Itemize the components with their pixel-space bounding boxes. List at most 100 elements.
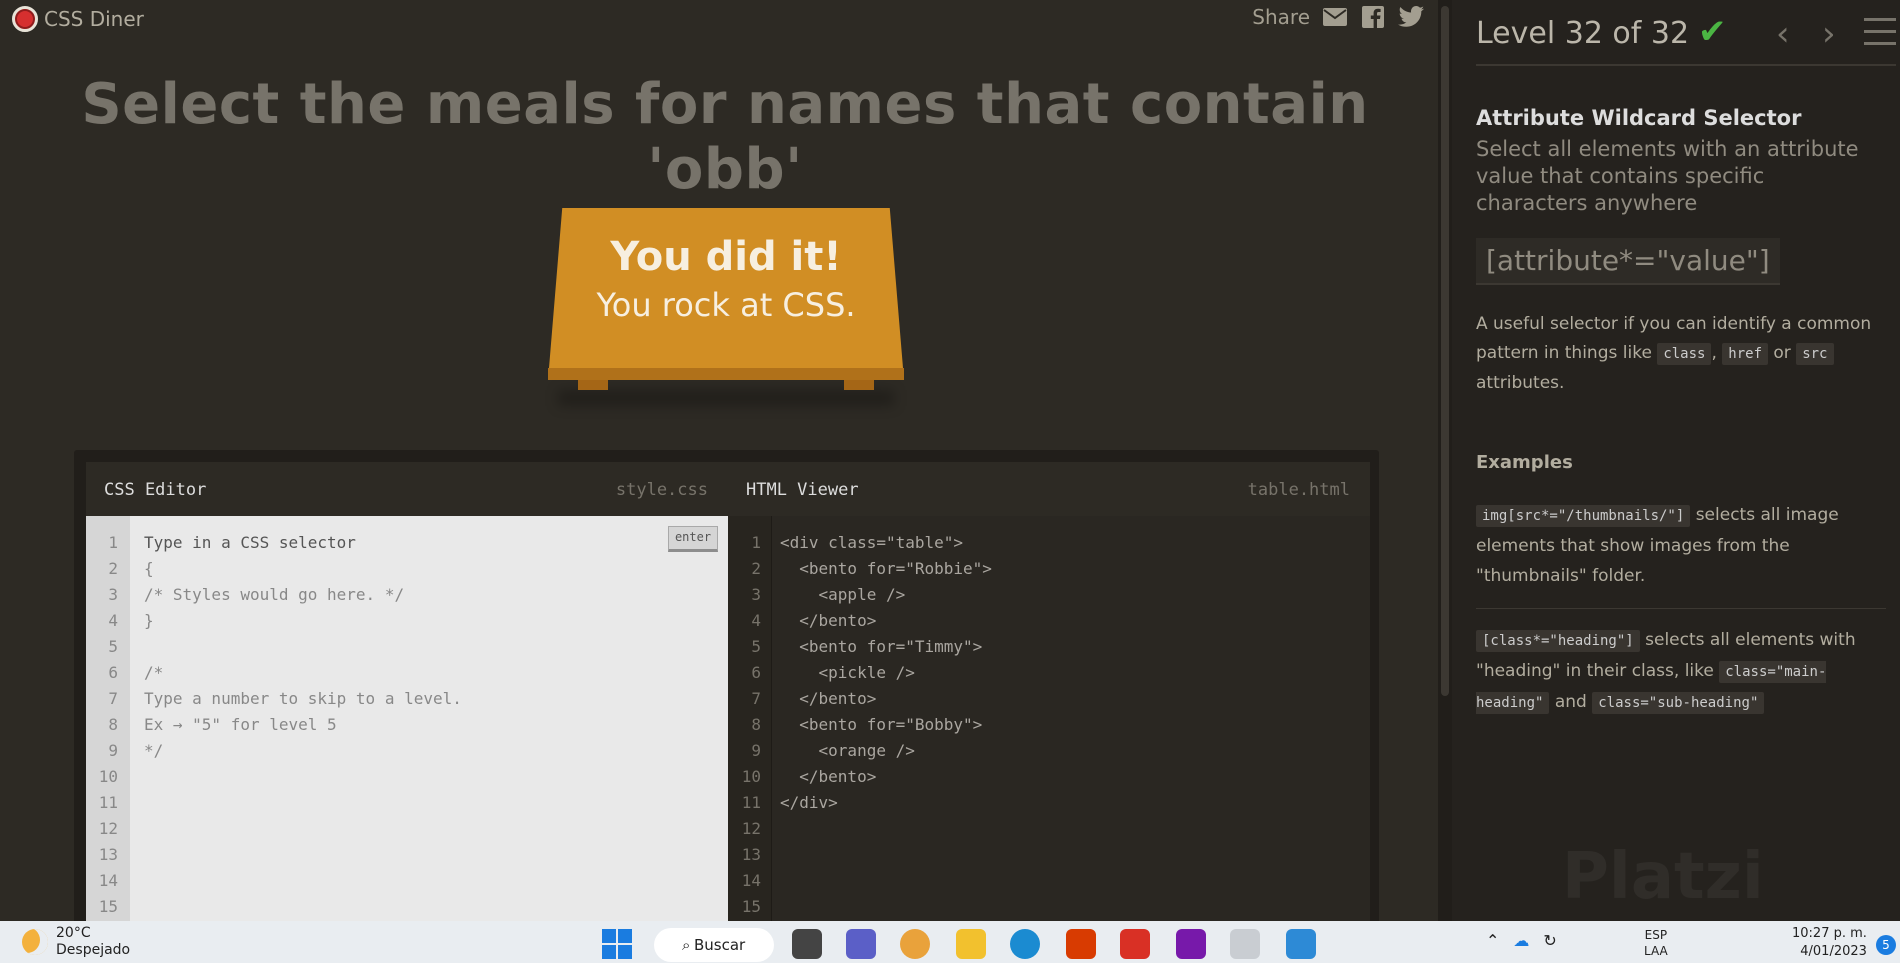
code-line: <apple /> (780, 585, 906, 604)
code-line: /* Styles would go here. */ (144, 585, 405, 604)
table-leg (844, 380, 874, 390)
code-line: <div class="table"> (780, 533, 964, 552)
search-icon: ⌕ (682, 936, 691, 954)
line-number: 13 (98, 845, 118, 864)
onenote-icon[interactable] (1176, 929, 1206, 959)
code-line: </div> (780, 793, 838, 812)
game-area: CSS Diner Share Select the meals for nam… (0, 0, 1438, 921)
css-code-area[interactable]: 1 2 3 4 5 6 7 8 9 10 11 12 13 14 15 Type in a CSS sele… (86, 516, 728, 921)
css-editor-title: CSS Editor (104, 480, 207, 500)
edge-icon[interactable] (1010, 929, 1040, 959)
win-message-subtitle: You rock at CSS. (596, 286, 856, 324)
html-viewer-header: HTML Viewer table.html (728, 462, 1370, 516)
clock[interactable]: 10:27 p. m. 4/01/2023 (1792, 925, 1867, 961)
table-plate: You did it! You rock at CSS. (548, 208, 904, 406)
weather-widget[interactable]: 20°C Despejado (22, 925, 130, 959)
vscode-icon[interactable] (1286, 929, 1316, 959)
acrobat-icon[interactable] (1120, 929, 1150, 959)
sidebar: Level 32 of 32 ✔ ‹ › Attribute Wildcard … (1452, 0, 1900, 921)
line-number: 15 (98, 897, 118, 916)
code-line: <bento for="Robbie"> (780, 559, 992, 578)
css-editor-header: CSS Editor style.css (86, 462, 728, 516)
code-tag: img[src*="/thumbnails/"] (1476, 505, 1691, 527)
line-number: 7 (751, 689, 761, 708)
table-edge (548, 368, 904, 380)
line-number: 13 (741, 845, 761, 864)
line-number: 6 (108, 663, 118, 682)
hint-text: , (1711, 343, 1717, 363)
code-line: <pickle /> (780, 663, 915, 682)
code-tag: src (1796, 343, 1834, 365)
notification-badge[interactable]: 5 (1876, 935, 1896, 955)
css-editor-filename: style.css (615, 480, 708, 500)
code-line: </bento> (780, 689, 877, 708)
moon-icon (22, 929, 48, 955)
selector-syntax: [attribute*="value"] (1476, 238, 1780, 285)
chevron-right-icon[interactable]: › (1822, 14, 1836, 54)
line-number: 8 (108, 715, 118, 734)
menu-icon[interactable] (1864, 18, 1896, 54)
language-indicator[interactable]: ESP LAA (1644, 927, 1668, 959)
selector-name: Attribute Wildcard Selector (1476, 106, 1802, 130)
code-line: } (144, 611, 154, 630)
code-line: Type in a CSS selector (144, 533, 356, 552)
enter-button[interactable]: enter (668, 526, 718, 552)
line-number: 3 (108, 585, 118, 604)
system-tray: ⌃ ☁ ↻ (1486, 931, 1557, 950)
selector-hint: A useful selector if you can identify a … (1476, 310, 1886, 398)
file-explorer-icon[interactable] (956, 929, 986, 959)
weather-status: Despejado (56, 942, 131, 958)
example-item: [class*="heading"] selects all elements … (1476, 625, 1886, 718)
line-number: 3 (751, 585, 761, 604)
html-markup: <div class="table"> <bento for="Robbie">… (780, 516, 992, 920)
table-shadow (558, 390, 894, 406)
task-view-icon[interactable] (792, 929, 822, 959)
hint-text: attributes. (1476, 373, 1565, 393)
css-line-numbers: 1 2 3 4 5 6 7 8 9 10 11 12 13 14 15 (86, 516, 130, 921)
onedrive-icon[interactable]: ☁ (1513, 931, 1529, 950)
html-line-numbers: 1 2 3 4 5 6 7 8 9 10 11 12 13 14 15 (728, 516, 772, 921)
teams-icon[interactable] (846, 929, 876, 959)
snipping-tool-icon[interactable] (1230, 929, 1260, 959)
code-line: <orange /> (780, 741, 915, 760)
weather-temp: 20°C (56, 925, 91, 941)
facebook-icon[interactable] (1360, 4, 1386, 30)
logo[interactable]: CSS Diner (12, 6, 144, 32)
email-icon[interactable] (1322, 4, 1348, 30)
checkmark-icon: ✔ (1698, 12, 1727, 52)
sync-icon[interactable]: ↻ (1543, 931, 1556, 950)
code-line: </bento> (780, 611, 877, 630)
chevron-left-icon[interactable]: ‹ (1776, 14, 1790, 54)
taskbar: 20°C Despejado ⌕ Buscar ⌃ ☁ ↻ ESP LAA 10… (0, 921, 1900, 963)
chrome-icon[interactable] (900, 929, 930, 959)
scrollbar-thumb[interactable] (1441, 6, 1449, 696)
html-viewer: HTML Viewer table.html 1 2 3 4 5 6 7 8 9 10 11 12 13… (728, 462, 1370, 921)
line-number: 14 (741, 871, 761, 890)
selector-description: Select all elements with an attribute va… (1476, 137, 1859, 215)
line-number: 9 (751, 741, 761, 760)
scrollbar[interactable] (1438, 0, 1452, 921)
keyboard-layout: LAA (1644, 944, 1668, 958)
line-number: 1 (751, 533, 761, 552)
twitter-icon[interactable] (1398, 4, 1424, 30)
start-icon[interactable] (602, 929, 632, 959)
code-line: <bento for="Bobby"> (780, 715, 983, 734)
search-label: Buscar (694, 936, 746, 954)
logo-plate-icon (12, 6, 38, 32)
chevron-up-icon[interactable]: ⌃ (1486, 931, 1499, 950)
css-input[interactable]: Type in a CSS selector {/* Styles would g… (144, 516, 462, 920)
example-text: and (1554, 692, 1587, 712)
office-icon[interactable] (1066, 929, 1096, 959)
line-number: 11 (741, 793, 761, 812)
clock-time: 10:27 p. m. (1792, 926, 1867, 941)
taskbar-search[interactable]: ⌕ Buscar (654, 928, 774, 962)
line-number: 7 (108, 689, 118, 708)
code-tag: class (1657, 343, 1712, 365)
level-instruction: Select the meals for names that contain … (81, 72, 1369, 202)
